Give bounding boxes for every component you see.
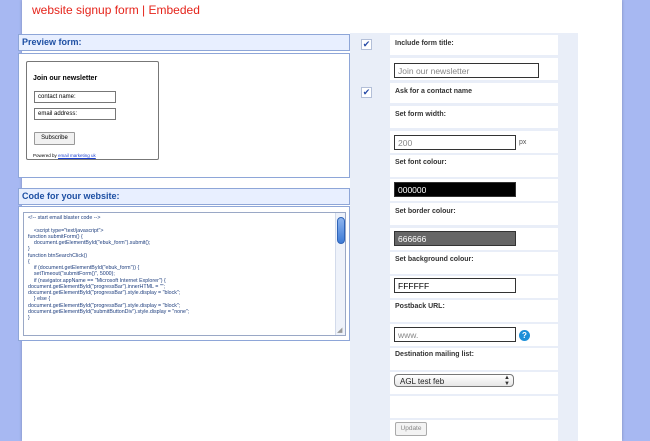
select-arrows-icon: ▲ ▼ [504, 375, 510, 387]
mailing-list-label: Destination mailing list: [395, 351, 474, 358]
newsletter-title: Join our newsletter [33, 75, 98, 82]
page-title: website signup form | Embeded [32, 3, 200, 17]
ask-contact-checkbox[interactable]: ✔ [361, 87, 372, 98]
code-panel: <!-- start email blaster code --> <scrip… [18, 206, 350, 341]
help-icon[interactable]: ? [519, 330, 530, 341]
preview-form-panel: Join our newsletter contact name: email … [18, 53, 350, 178]
newsletter-preview: Join our newsletter contact name: email … [26, 61, 159, 160]
border-colour-label: Set border colour: [395, 208, 456, 215]
preview-form-heading: Preview form: [18, 34, 350, 51]
code-text: <!-- start email blaster code --> <scrip… [28, 215, 190, 321]
update-button[interactable]: Update [395, 422, 427, 436]
code-textarea[interactable]: <!-- start email blaster code --> <scrip… [23, 212, 346, 336]
email-marketing-link[interactable]: email marketing uk [58, 153, 96, 158]
postback-url-input[interactable]: www. [394, 327, 516, 342]
scroll-thumb[interactable] [337, 217, 345, 244]
check-icon: ✔ [362, 87, 371, 97]
subscribe-button[interactable]: Subscribe [34, 132, 75, 145]
contact-name-input[interactable]: contact name: [34, 91, 116, 103]
powered-by-text: Powered by email marketing uk [33, 153, 96, 158]
bg-colour-label: Set background colour: [395, 256, 474, 263]
mailing-list-selected: AGL test feb [400, 377, 445, 386]
settings-row-bg [390, 396, 558, 418]
font-colour-label: Set font colour: [395, 159, 447, 166]
code-heading: Code for your website: [18, 188, 350, 205]
border-colour-input[interactable]: 666666 [394, 231, 516, 246]
check-icon: ✔ [362, 39, 371, 49]
powered-by-prefix: Powered by [33, 153, 59, 158]
email-address-input[interactable]: email address: [34, 108, 116, 120]
form-width-input[interactable]: 200 [394, 135, 516, 150]
form-width-unit: px [519, 139, 527, 146]
bg-colour-input[interactable]: FFFFFF [394, 278, 516, 293]
code-scrollbar[interactable] [335, 213, 345, 335]
form-width-label: Set form width: [395, 111, 446, 118]
include-title-label: Include form title: [395, 40, 454, 47]
postback-label: Postback URL: [395, 303, 445, 310]
ask-contact-label: Ask for a contact name [395, 88, 473, 95]
include-title-checkbox[interactable]: ✔ [361, 39, 372, 50]
font-colour-input[interactable]: 000000 [394, 182, 516, 197]
mailing-list-select[interactable]: AGL test feb ▲ ▼ [394, 374, 514, 387]
form-title-input[interactable]: Join our newsletter [394, 63, 539, 78]
resize-grip-icon[interactable]: ◢ [337, 327, 344, 334]
